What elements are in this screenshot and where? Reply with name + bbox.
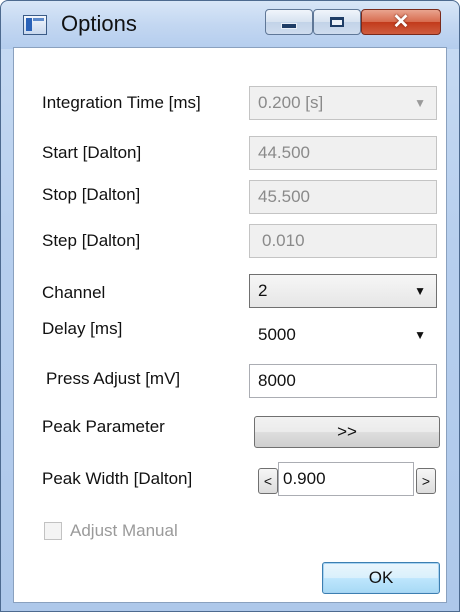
channel-value: 2 <box>258 281 268 300</box>
peak-width-increment-button[interactable]: > <box>416 468 436 494</box>
peak-width-decrement-button[interactable]: < <box>258 468 278 494</box>
integration-time-select[interactable]: 0.200 [s] ▼ <box>249 86 437 120</box>
maximize-icon <box>330 17 344 27</box>
chevron-down-icon: ▼ <box>414 328 426 342</box>
title-bar[interactable]: Options ✕ <box>1 1 459 49</box>
options-dialog: Options ✕ Integration Time [ms] 0.200 [s… <box>0 0 460 612</box>
press-adjust-label: Press Adjust [mV] <box>46 369 181 388</box>
ok-button[interactable]: OK <box>322 562 440 594</box>
peak-parameter-button[interactable]: >> <box>254 416 440 448</box>
delay-label: Delay [ms] <box>42 319 123 338</box>
delay-combobox[interactable]: 5000 ▼ <box>249 318 437 352</box>
close-button[interactable]: ✕ <box>361 9 441 35</box>
start-label: Start [Dalton] <box>42 143 142 162</box>
minimize-icon <box>281 23 297 29</box>
maximize-button[interactable] <box>313 9 361 35</box>
integration-time-value: 0.200 [s] <box>258 93 324 112</box>
delay-value: 5000 <box>258 325 296 344</box>
adjust-manual-label: Adjust Manual <box>70 521 178 540</box>
stop-field[interactable]: 45.500 <box>249 180 437 214</box>
peak-width-label: Peak Width [Dalton] <box>42 469 193 488</box>
integration-time-label: Integration Time [ms] <box>42 93 201 112</box>
peak-parameter-label: Peak Parameter <box>42 417 165 436</box>
adjust-manual-checkbox[interactable] <box>44 522 62 540</box>
step-field[interactable]: 0.010 <box>249 224 437 258</box>
stop-label: Stop [Dalton] <box>42 185 141 204</box>
window-title: Options <box>61 11 137 36</box>
chevron-down-icon: ▼ <box>414 284 426 298</box>
chevron-down-icon: ▼ <box>414 96 426 110</box>
step-label: Step [Dalton] <box>42 231 141 250</box>
peak-width-field[interactable]: 0.900 <box>278 462 414 496</box>
start-field[interactable]: 44.500 <box>249 136 437 170</box>
window-icon <box>23 15 47 35</box>
dialog-body: Integration Time [ms] 0.200 [s] ▼ Start … <box>13 47 447 603</box>
minimize-button[interactable] <box>265 9 313 35</box>
channel-label: Channel <box>42 283 106 302</box>
channel-select[interactable]: 2 ▼ <box>249 274 437 308</box>
press-adjust-field[interactable]: 8000 <box>249 364 437 398</box>
close-icon: ✕ <box>392 11 410 33</box>
